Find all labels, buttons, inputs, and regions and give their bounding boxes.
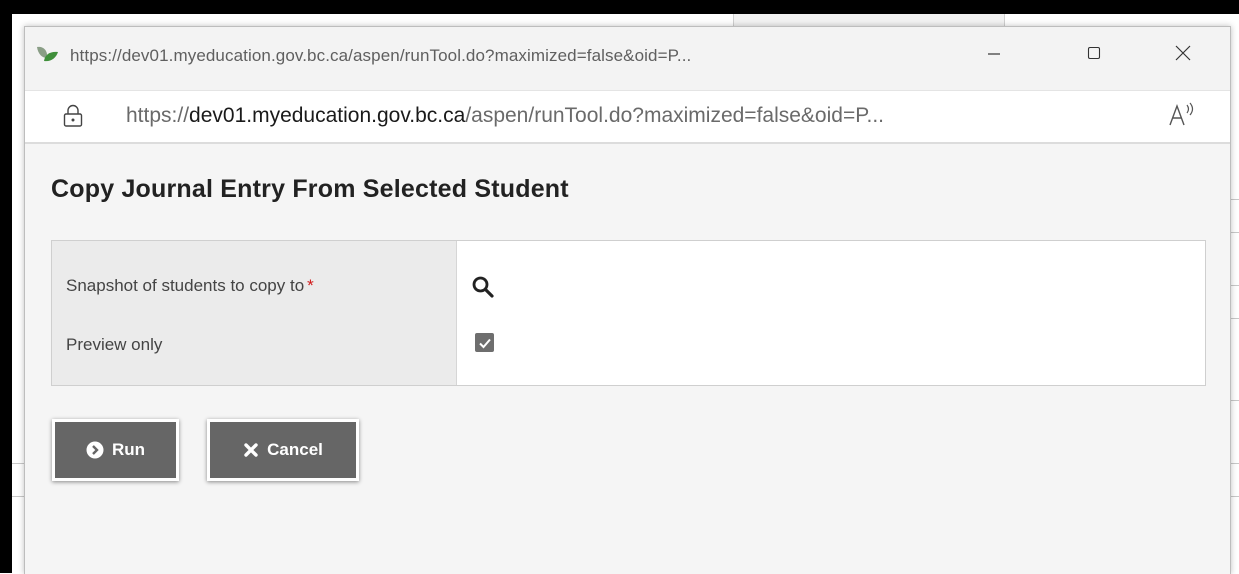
preview-only-checkbox[interactable] bbox=[475, 333, 494, 352]
maximize-button[interactable] bbox=[1074, 37, 1114, 73]
page-title: Copy Journal Entry From Selected Student bbox=[51, 175, 569, 203]
run-button[interactable]: Run bbox=[52, 419, 179, 481]
read-aloud-icon[interactable] bbox=[1166, 101, 1200, 131]
site-leaf-icon bbox=[35, 44, 59, 64]
checkmark-icon bbox=[478, 338, 491, 348]
background-left-edge bbox=[0, 0, 12, 573]
address-bar[interactable]: https://dev01.myeducation.gov.bc.ca/aspe… bbox=[25, 90, 1230, 144]
popup-window: https://dev01.myeducation.gov.bc.ca/aspe… bbox=[24, 26, 1231, 574]
window-title: https://dev01.myeducation.gov.bc.ca/aspe… bbox=[70, 46, 692, 65]
background-top-bar bbox=[0, 0, 1239, 14]
parameter-labels-column: Snapshot of students to copy to * Preview… bbox=[52, 241, 457, 385]
preview-only-label: Preview only bbox=[66, 335, 163, 354]
snapshot-label-text: Snapshot of students to copy to bbox=[66, 276, 305, 295]
background-header-cell bbox=[733, 14, 1005, 26]
url-path: /aspen/runTool.do?maximized=false&oid=P.… bbox=[465, 104, 885, 127]
x-icon bbox=[243, 442, 259, 458]
required-mark: * bbox=[307, 276, 314, 295]
maximize-icon bbox=[1086, 45, 1102, 66]
tool-dialog: Copy Journal Entry From Selected Student… bbox=[25, 144, 1230, 574]
cancel-button[interactable]: Cancel bbox=[207, 419, 359, 481]
minimize-icon bbox=[986, 45, 1002, 66]
window-titlebar[interactable]: https://dev01.myeducation.gov.bc.ca/aspe… bbox=[25, 27, 1230, 90]
cancel-label: Cancel bbox=[267, 440, 323, 459]
url-text[interactable]: https://dev01.myeducation.gov.bc.ca/aspe… bbox=[126, 104, 884, 128]
chevron-right-circle-icon bbox=[86, 441, 104, 459]
lock-icon[interactable] bbox=[62, 104, 84, 128]
close-button[interactable] bbox=[1163, 37, 1203, 73]
run-label: Run bbox=[111, 440, 146, 459]
search-icon[interactable] bbox=[471, 275, 495, 299]
close-icon bbox=[1174, 44, 1192, 67]
minimize-button[interactable] bbox=[974, 37, 1014, 73]
parameter-table: Snapshot of students to copy to * Preview… bbox=[51, 240, 1206, 386]
snapshot-label: Snapshot of students to copy to * bbox=[66, 276, 314, 296]
url-host: dev01.myeducation.gov.bc.ca bbox=[189, 104, 466, 127]
url-prefix: https:// bbox=[126, 104, 190, 127]
